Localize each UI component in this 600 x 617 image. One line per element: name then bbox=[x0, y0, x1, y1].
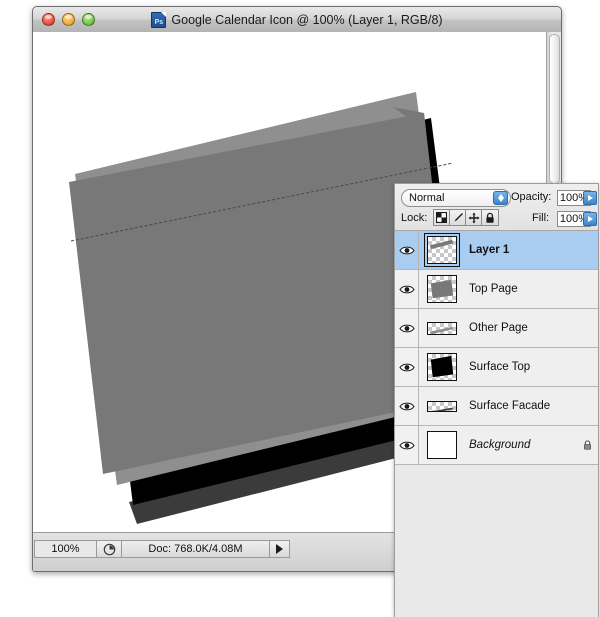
layer-name[interactable]: Surface Top bbox=[465, 361, 576, 373]
lock-image-pixels-button[interactable] bbox=[450, 210, 466, 225]
status-arrow-icon[interactable] bbox=[270, 540, 290, 558]
document-title: Google Calendar Icon @ 100% (Layer 1, RG… bbox=[171, 12, 443, 27]
blend-mode-value: Normal bbox=[409, 192, 445, 204]
layer-visibility-toggle[interactable] bbox=[395, 348, 419, 386]
layer-thumbnail-cell[interactable] bbox=[419, 431, 465, 459]
fill-arrow-icon[interactable] bbox=[583, 212, 597, 226]
lock-all-button[interactable] bbox=[482, 210, 498, 225]
close-button[interactable] bbox=[42, 13, 55, 26]
layer-thumbnail-cell[interactable] bbox=[419, 321, 465, 335]
zoom-level-field[interactable]: 100% bbox=[34, 540, 96, 558]
lock-transparent-pixels-button[interactable] bbox=[434, 210, 450, 225]
layer-thumbnail[interactable] bbox=[427, 400, 457, 412]
layer-thumbnail[interactable] bbox=[427, 321, 457, 335]
layers-panel: Normal Opacity: 100% Fill: 100% Lock: La… bbox=[394, 183, 599, 617]
layer-thumbnail-cell[interactable] bbox=[419, 353, 465, 381]
layer-thumbnail-cell[interactable] bbox=[419, 233, 465, 267]
vertical-scrollbar-thumb[interactable] bbox=[549, 34, 560, 184]
minimize-button[interactable] bbox=[62, 13, 75, 26]
layer-row[interactable]: Surface Top bbox=[395, 348, 598, 387]
opacity-label: Opacity: bbox=[511, 191, 552, 203]
fill-label: Fill: bbox=[532, 212, 550, 224]
layer-thumbnail[interactable] bbox=[427, 275, 457, 303]
lock-label: Lock: bbox=[401, 212, 428, 224]
photoshop-document-icon: Ps bbox=[151, 11, 167, 28]
layer-name[interactable]: Surface Facade bbox=[465, 400, 576, 412]
blend-mode-select[interactable]: Normal bbox=[401, 189, 511, 207]
layer-lock-indicator bbox=[576, 439, 598, 451]
eye-icon bbox=[398, 363, 415, 371]
zoom-button[interactable] bbox=[82, 13, 95, 26]
layer-row[interactable]: Layer 1 bbox=[395, 231, 598, 270]
checkerboard-icon bbox=[436, 212, 447, 223]
layer-row[interactable]: Surface Facade bbox=[395, 387, 598, 426]
eye-icon bbox=[398, 441, 415, 449]
layer-thumbnail[interactable] bbox=[427, 431, 457, 459]
layer-visibility-toggle[interactable] bbox=[395, 426, 419, 464]
layer-visibility-toggle[interactable] bbox=[395, 309, 419, 347]
layer-thumbnail[interactable] bbox=[424, 233, 460, 267]
layer-name[interactable]: Background bbox=[465, 439, 576, 451]
layer-thumbnail[interactable] bbox=[427, 353, 457, 381]
document-size-icon[interactable] bbox=[96, 540, 122, 558]
eye-icon bbox=[398, 324, 415, 332]
layer-row[interactable]: Background bbox=[395, 426, 598, 465]
lock-position-button[interactable] bbox=[466, 210, 482, 225]
layer-visibility-toggle[interactable] bbox=[395, 231, 419, 269]
window-title-group: Ps Google Calendar Icon @ 100% (Layer 1,… bbox=[33, 7, 561, 32]
document-info-text[interactable]: Doc: 768.0K/4.08M bbox=[122, 540, 270, 558]
layers-panel-controls: Normal Opacity: 100% Fill: 100% Lock: bbox=[395, 184, 598, 231]
layer-row[interactable]: Top Page bbox=[395, 270, 598, 309]
layer-thumbnail-cell[interactable] bbox=[419, 400, 465, 412]
lock-button-group bbox=[433, 209, 499, 226]
blend-mode-stepper-icon[interactable] bbox=[493, 191, 508, 205]
photoshop-icon-label: Ps bbox=[154, 18, 164, 26]
eye-icon bbox=[398, 402, 415, 410]
status-row: 100% Doc: 768.0K/4.08M bbox=[34, 540, 290, 558]
layer-visibility-toggle[interactable] bbox=[395, 387, 419, 425]
layer-list[interactable]: Layer 1 Top Page Other Page Surface Top … bbox=[395, 231, 598, 617]
padlock-icon bbox=[486, 212, 494, 223]
eye-icon bbox=[398, 285, 415, 293]
brush-icon bbox=[454, 212, 463, 221]
layer-visibility-toggle[interactable] bbox=[395, 270, 419, 308]
layer-thumbnail-cell[interactable] bbox=[419, 275, 465, 303]
screenshot-root: Ps Google Calendar Icon @ 100% (Layer 1,… bbox=[0, 0, 600, 617]
move-icon bbox=[468, 212, 479, 223]
eye-icon bbox=[398, 246, 415, 254]
layer-name[interactable]: Top Page bbox=[465, 283, 576, 295]
opacity-arrow-icon[interactable] bbox=[583, 191, 597, 205]
window-titlebar[interactable]: Ps Google Calendar Icon @ 100% (Layer 1,… bbox=[33, 7, 561, 33]
layer-row[interactable]: Other Page bbox=[395, 309, 598, 348]
layer-name[interactable]: Layer 1 bbox=[465, 244, 576, 256]
padlock-icon bbox=[583, 440, 591, 450]
layer-name[interactable]: Other Page bbox=[465, 322, 576, 334]
